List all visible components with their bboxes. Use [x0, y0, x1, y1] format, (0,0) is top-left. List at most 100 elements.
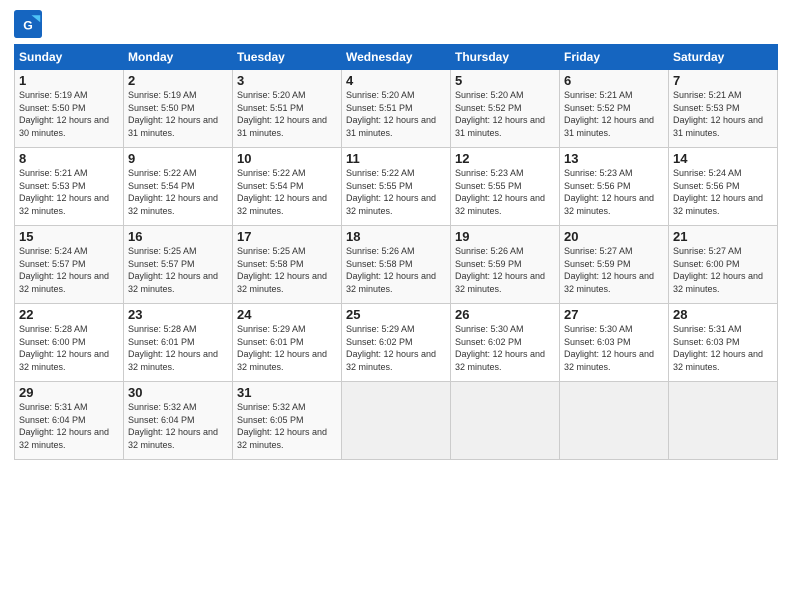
day-number: 1: [19, 73, 119, 88]
day-number: 8: [19, 151, 119, 166]
calendar-week-row: 29 Sunrise: 5:31 AM Sunset: 6:04 PM Dayl…: [15, 382, 778, 460]
calendar-body: 1 Sunrise: 5:19 AM Sunset: 5:50 PM Dayli…: [15, 70, 778, 460]
day-info: Sunrise: 5:24 AM Sunset: 5:56 PM Dayligh…: [673, 167, 773, 217]
calendar-day-cell: 8 Sunrise: 5:21 AM Sunset: 5:53 PM Dayli…: [15, 148, 124, 226]
day-number: 6: [564, 73, 664, 88]
day-info: Sunrise: 5:29 AM Sunset: 6:01 PM Dayligh…: [237, 323, 337, 373]
day-info: Sunrise: 5:24 AM Sunset: 5:57 PM Dayligh…: [19, 245, 119, 295]
day-info: Sunrise: 5:22 AM Sunset: 5:54 PM Dayligh…: [128, 167, 228, 217]
day-info: Sunrise: 5:20 AM Sunset: 5:51 PM Dayligh…: [237, 89, 337, 139]
day-number: 30: [128, 385, 228, 400]
day-number: 28: [673, 307, 773, 322]
day-number: 12: [455, 151, 555, 166]
day-info: Sunrise: 5:23 AM Sunset: 5:56 PM Dayligh…: [564, 167, 664, 217]
day-number: 22: [19, 307, 119, 322]
calendar-day-cell: 25 Sunrise: 5:29 AM Sunset: 6:02 PM Dayl…: [342, 304, 451, 382]
day-number: 25: [346, 307, 446, 322]
day-info: Sunrise: 5:30 AM Sunset: 6:03 PM Dayligh…: [564, 323, 664, 373]
day-number: 27: [564, 307, 664, 322]
day-info: Sunrise: 5:19 AM Sunset: 5:50 PM Dayligh…: [19, 89, 119, 139]
day-number: 3: [237, 73, 337, 88]
day-number: 26: [455, 307, 555, 322]
day-info: Sunrise: 5:22 AM Sunset: 5:54 PM Dayligh…: [237, 167, 337, 217]
day-number: 31: [237, 385, 337, 400]
day-info: Sunrise: 5:21 AM Sunset: 5:53 PM Dayligh…: [673, 89, 773, 139]
calendar-day-cell: [669, 382, 778, 460]
day-info: Sunrise: 5:28 AM Sunset: 6:01 PM Dayligh…: [128, 323, 228, 373]
header: G: [14, 10, 778, 38]
day-info: Sunrise: 5:19 AM Sunset: 5:50 PM Dayligh…: [128, 89, 228, 139]
day-number: 16: [128, 229, 228, 244]
day-info: Sunrise: 5:20 AM Sunset: 5:51 PM Dayligh…: [346, 89, 446, 139]
day-number: 4: [346, 73, 446, 88]
weekday-header: Saturday: [669, 45, 778, 70]
calendar-week-row: 1 Sunrise: 5:19 AM Sunset: 5:50 PM Dayli…: [15, 70, 778, 148]
weekday-header: Sunday: [15, 45, 124, 70]
calendar-day-cell: 4 Sunrise: 5:20 AM Sunset: 5:51 PM Dayli…: [342, 70, 451, 148]
calendar-day-cell: 20 Sunrise: 5:27 AM Sunset: 5:59 PM Dayl…: [560, 226, 669, 304]
day-number: 11: [346, 151, 446, 166]
calendar-day-cell: 6 Sunrise: 5:21 AM Sunset: 5:52 PM Dayli…: [560, 70, 669, 148]
calendar-day-cell: 22 Sunrise: 5:28 AM Sunset: 6:00 PM Dayl…: [15, 304, 124, 382]
calendar-day-cell: 5 Sunrise: 5:20 AM Sunset: 5:52 PM Dayli…: [451, 70, 560, 148]
calendar-day-cell: 21 Sunrise: 5:27 AM Sunset: 6:00 PM Dayl…: [669, 226, 778, 304]
day-number: 21: [673, 229, 773, 244]
day-number: 13: [564, 151, 664, 166]
day-info: Sunrise: 5:27 AM Sunset: 5:59 PM Dayligh…: [564, 245, 664, 295]
weekday-header: Monday: [124, 45, 233, 70]
calendar-day-cell: 30 Sunrise: 5:32 AM Sunset: 6:04 PM Dayl…: [124, 382, 233, 460]
calendar-day-cell: 26 Sunrise: 5:30 AM Sunset: 6:02 PM Dayl…: [451, 304, 560, 382]
day-info: Sunrise: 5:25 AM Sunset: 5:57 PM Dayligh…: [128, 245, 228, 295]
calendar-day-cell: 2 Sunrise: 5:19 AM Sunset: 5:50 PM Dayli…: [124, 70, 233, 148]
calendar-day-cell: 18 Sunrise: 5:26 AM Sunset: 5:58 PM Dayl…: [342, 226, 451, 304]
day-info: Sunrise: 5:31 AM Sunset: 6:04 PM Dayligh…: [19, 401, 119, 451]
weekday-header: Thursday: [451, 45, 560, 70]
calendar-header-row: SundayMondayTuesdayWednesdayThursdayFrid…: [15, 45, 778, 70]
day-number: 14: [673, 151, 773, 166]
calendar-day-cell: 24 Sunrise: 5:29 AM Sunset: 6:01 PM Dayl…: [233, 304, 342, 382]
calendar-day-cell: 17 Sunrise: 5:25 AM Sunset: 5:58 PM Dayl…: [233, 226, 342, 304]
logo: G: [14, 10, 44, 38]
weekday-header: Wednesday: [342, 45, 451, 70]
day-info: Sunrise: 5:32 AM Sunset: 6:05 PM Dayligh…: [237, 401, 337, 451]
day-number: 24: [237, 307, 337, 322]
day-number: 19: [455, 229, 555, 244]
day-info: Sunrise: 5:30 AM Sunset: 6:02 PM Dayligh…: [455, 323, 555, 373]
calendar-day-cell: 16 Sunrise: 5:25 AM Sunset: 5:57 PM Dayl…: [124, 226, 233, 304]
day-number: 20: [564, 229, 664, 244]
calendar-day-cell: 29 Sunrise: 5:31 AM Sunset: 6:04 PM Dayl…: [15, 382, 124, 460]
calendar-day-cell: 19 Sunrise: 5:26 AM Sunset: 5:59 PM Dayl…: [451, 226, 560, 304]
weekday-header: Friday: [560, 45, 669, 70]
calendar-day-cell: 14 Sunrise: 5:24 AM Sunset: 5:56 PM Dayl…: [669, 148, 778, 226]
day-info: Sunrise: 5:23 AM Sunset: 5:55 PM Dayligh…: [455, 167, 555, 217]
svg-text:G: G: [23, 18, 33, 32]
day-info: Sunrise: 5:32 AM Sunset: 6:04 PM Dayligh…: [128, 401, 228, 451]
day-number: 15: [19, 229, 119, 244]
day-info: Sunrise: 5:21 AM Sunset: 5:52 PM Dayligh…: [564, 89, 664, 139]
calendar-day-cell: [342, 382, 451, 460]
day-number: 2: [128, 73, 228, 88]
calendar-week-row: 8 Sunrise: 5:21 AM Sunset: 5:53 PM Dayli…: [15, 148, 778, 226]
calendar-day-cell: 31 Sunrise: 5:32 AM Sunset: 6:05 PM Dayl…: [233, 382, 342, 460]
day-number: 9: [128, 151, 228, 166]
day-number: 29: [19, 385, 119, 400]
calendar-day-cell: 23 Sunrise: 5:28 AM Sunset: 6:01 PM Dayl…: [124, 304, 233, 382]
day-info: Sunrise: 5:31 AM Sunset: 6:03 PM Dayligh…: [673, 323, 773, 373]
calendar-week-row: 22 Sunrise: 5:28 AM Sunset: 6:00 PM Dayl…: [15, 304, 778, 382]
calendar-container: G SundayMondayTuesdayWednesdayThursdayFr…: [0, 0, 792, 470]
day-number: 23: [128, 307, 228, 322]
calendar-day-cell: 28 Sunrise: 5:31 AM Sunset: 6:03 PM Dayl…: [669, 304, 778, 382]
calendar-day-cell: 15 Sunrise: 5:24 AM Sunset: 5:57 PM Dayl…: [15, 226, 124, 304]
calendar-day-cell: [560, 382, 669, 460]
day-info: Sunrise: 5:25 AM Sunset: 5:58 PM Dayligh…: [237, 245, 337, 295]
day-number: 17: [237, 229, 337, 244]
weekday-header: Tuesday: [233, 45, 342, 70]
day-info: Sunrise: 5:22 AM Sunset: 5:55 PM Dayligh…: [346, 167, 446, 217]
calendar-day-cell: 1 Sunrise: 5:19 AM Sunset: 5:50 PM Dayli…: [15, 70, 124, 148]
day-number: 7: [673, 73, 773, 88]
day-info: Sunrise: 5:28 AM Sunset: 6:00 PM Dayligh…: [19, 323, 119, 373]
day-info: Sunrise: 5:20 AM Sunset: 5:52 PM Dayligh…: [455, 89, 555, 139]
calendar-day-cell: 9 Sunrise: 5:22 AM Sunset: 5:54 PM Dayli…: [124, 148, 233, 226]
day-info: Sunrise: 5:27 AM Sunset: 6:00 PM Dayligh…: [673, 245, 773, 295]
day-info: Sunrise: 5:26 AM Sunset: 5:58 PM Dayligh…: [346, 245, 446, 295]
